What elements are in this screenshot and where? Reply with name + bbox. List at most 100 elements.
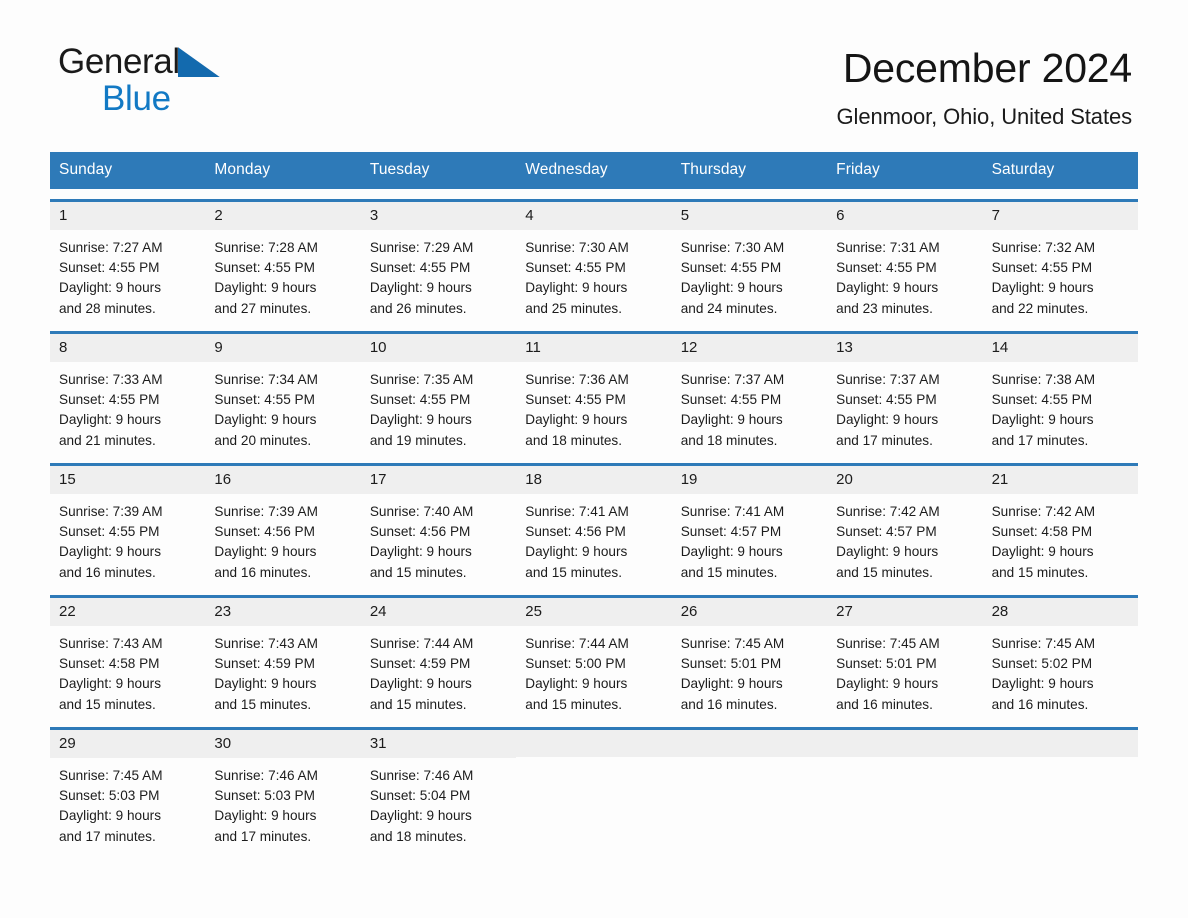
day-cell[interactable]: 6 Sunrise: 7:31 AM Sunset: 4:55 PM Daylight… (827, 199, 983, 321)
day-details: Sunrise: 7:45 AM Sunset: 5:02 PM Daylight:… (983, 626, 1138, 714)
day-cell[interactable]: 26 Sunrise: 7:45 AM Sunset: 5:01 PM Dayligh… (671, 595, 828, 717)
day-cell[interactable]: 23 Sunrise: 7:43 AM Sunset: 4:59 PM Dayligh… (205, 595, 361, 717)
day-sunrise-text: Sunrise: 7:33 AM (59, 372, 163, 388)
day-sunset-text: Sunset: 4:55 PM (214, 392, 315, 408)
day-cell[interactable]: 28 Sunrise: 7:45 AM Sunset: 5:02 PM Dayligh… (982, 595, 1138, 717)
day-details: Sunrise: 7:43 AM Sunset: 4:58 PM Daylight:… (50, 626, 205, 714)
day-cell-empty (827, 727, 983, 849)
day-cell[interactable]: 19 Sunrise: 7:41 AM Sunset: 4:57 PM Dayligh… (671, 463, 828, 585)
day-daylight-line2-text: and 16 minutes. (836, 696, 933, 712)
day-details: Sunrise: 7:30 AM Sunset: 4:55 PM Daylight:… (516, 230, 671, 318)
day-sunrise-text: Sunrise: 7:31 AM (836, 240, 940, 256)
day-daylight-line1-text: Daylight: 9 hours (836, 544, 939, 560)
day-number (982, 730, 1138, 758)
day-cell[interactable]: 10 Sunrise: 7:35 AM Sunset: 4:55 PM Dayligh… (360, 331, 517, 453)
day-sunset-text: Sunset: 4:55 PM (836, 392, 937, 408)
day-cell[interactable]: 11 Sunrise: 7:36 AM Sunset: 4:55 PM Dayligh… (516, 331, 672, 453)
day-cell[interactable]: 27 Sunrise: 7:45 AM Sunset: 5:01 PM Dayligh… (827, 595, 983, 717)
day-sunset-text: Sunset: 5:03 PM (214, 788, 315, 804)
day-details: Sunrise: 7:38 AM Sunset: 4:55 PM Daylight:… (983, 362, 1138, 450)
day-sunrise-text: Sunrise: 7:36 AM (525, 372, 629, 388)
day-details: Sunrise: 7:45 AM Sunset: 5:03 PM Daylight:… (50, 758, 205, 846)
day-details (672, 757, 827, 765)
calendar-week-row: 22 Sunrise: 7:43 AM Sunset: 4:58 PM Dayligh… (50, 595, 1138, 717)
day-sunrise-text: Sunrise: 7:41 AM (525, 504, 629, 520)
day-cell[interactable]: 18 Sunrise: 7:41 AM Sunset: 4:56 PM Dayligh… (516, 463, 672, 585)
day-sunset-text: Sunset: 4:57 PM (680, 524, 782, 540)
day-sunset-text: Sunset: 5:01 PM (680, 656, 782, 672)
day-daylight-line1-text: Daylight: 9 hours (214, 676, 317, 692)
day-number: 7 (982, 202, 1138, 231)
day-cell[interactable]: 7 Sunrise: 7:32 AM Sunset: 4:55 PM Daylight… (982, 199, 1138, 321)
page-header: General Blue December 2024 Glenmoor, Ohi… (0, 0, 1188, 130)
day-cell[interactable]: 24 Sunrise: 7:44 AM Sunset: 4:59 PM Dayligh… (360, 595, 517, 717)
day-number: 15 (50, 466, 206, 495)
general-blue-logo[interactable]: General Blue (58, 44, 258, 116)
day-daylight-line2-text: and 23 minutes. (836, 300, 933, 316)
day-cell[interactable]: 9 Sunrise: 7:34 AM Sunset: 4:55 PM Daylight… (205, 331, 361, 453)
day-details: Sunrise: 7:42 AM Sunset: 4:57 PM Daylight:… (827, 494, 982, 582)
day-daylight-line2-text: and 22 minutes. (991, 300, 1089, 316)
day-number: 6 (827, 202, 983, 231)
day-cell[interactable]: 2 Sunrise: 7:28 AM Sunset: 4:55 PM Daylight… (205, 199, 361, 321)
day-cell[interactable]: 5 Sunrise: 7:30 AM Sunset: 4:55 PM Daylight… (671, 199, 828, 321)
day-details: Sunrise: 7:29 AM Sunset: 4:55 PM Daylight:… (361, 230, 516, 318)
day-cell[interactable]: 3 Sunrise: 7:29 AM Sunset: 4:55 PM Daylight… (360, 199, 517, 321)
day-sunrise-text: Sunrise: 7:39 AM (214, 504, 318, 520)
day-number: 3 (360, 202, 517, 231)
day-cell[interactable]: 1 Sunrise: 7:27 AM Sunset: 4:55 PM Daylight… (50, 199, 206, 321)
day-sunrise-text: Sunrise: 7:45 AM (59, 768, 163, 784)
day-cell[interactable]: 17 Sunrise: 7:40 AM Sunset: 4:56 PM Dayligh… (360, 463, 517, 585)
day-sunrise-text: Sunrise: 7:41 AM (680, 504, 785, 520)
day-daylight-line1-text: Daylight: 9 hours (369, 412, 472, 428)
day-cell[interactable]: 14 Sunrise: 7:38 AM Sunset: 4:55 PM Dayligh… (982, 331, 1138, 453)
day-daylight-line1-text: Daylight: 9 hours (991, 676, 1094, 692)
day-cell[interactable]: 15 Sunrise: 7:39 AM Sunset: 4:55 PM Dayligh… (50, 463, 206, 585)
day-daylight-line1-text: Daylight: 9 hours (680, 280, 783, 296)
day-number: 24 (360, 598, 517, 627)
day-sunset-text: Sunset: 4:56 PM (525, 524, 626, 540)
day-daylight-line2-text: and 18 minutes. (680, 432, 778, 448)
day-details: Sunrise: 7:31 AM Sunset: 4:55 PM Daylight:… (827, 230, 982, 318)
calendar-weeks: 1 Sunrise: 7:27 AM Sunset: 4:55 PM Daylight… (50, 199, 1138, 849)
day-sunset-text: Sunset: 4:55 PM (59, 524, 160, 540)
day-cell[interactable]: 16 Sunrise: 7:39 AM Sunset: 4:56 PM Dayligh… (205, 463, 361, 585)
weekday-header-sunday: Sunday (59, 161, 113, 179)
day-cell[interactable]: 21 Sunrise: 7:42 AM Sunset: 4:58 PM Dayligh… (982, 463, 1138, 585)
day-daylight-line1-text: Daylight: 9 hours (59, 808, 162, 824)
day-cell[interactable]: 8 Sunrise: 7:33 AM Sunset: 4:55 PM Daylight… (50, 331, 206, 453)
day-cell[interactable]: 20 Sunrise: 7:42 AM Sunset: 4:57 PM Dayligh… (827, 463, 983, 585)
day-sunset-text: Sunset: 4:59 PM (214, 656, 315, 672)
day-cell-empty (982, 727, 1138, 849)
day-number: 27 (827, 598, 983, 627)
day-cell[interactable]: 25 Sunrise: 7:44 AM Sunset: 5:00 PM Dayligh… (516, 595, 672, 717)
calendar-week-row: 8 Sunrise: 7:33 AM Sunset: 4:55 PM Daylight… (50, 331, 1138, 453)
day-number: 5 (671, 202, 828, 231)
day-daylight-line2-text: and 16 minutes. (991, 696, 1089, 712)
day-cell[interactable]: 31 Sunrise: 7:46 AM Sunset: 5:04 PM Dayligh… (360, 727, 517, 849)
day-number: 25 (516, 598, 672, 627)
day-number (516, 730, 672, 758)
day-daylight-line1-text: Daylight: 9 hours (836, 412, 939, 428)
day-sunset-text: Sunset: 4:55 PM (680, 392, 782, 408)
day-number: 11 (516, 334, 672, 363)
day-cell[interactable]: 29 Sunrise: 7:45 AM Sunset: 5:03 PM Dayligh… (50, 727, 206, 849)
day-sunrise-text: Sunrise: 7:43 AM (214, 636, 318, 652)
day-cell[interactable]: 4 Sunrise: 7:30 AM Sunset: 4:55 PM Daylight… (516, 199, 672, 321)
day-cell[interactable]: 12 Sunrise: 7:37 AM Sunset: 4:55 PM Dayligh… (671, 331, 828, 453)
day-number: 12 (671, 334, 828, 363)
day-cell[interactable]: 30 Sunrise: 7:46 AM Sunset: 5:03 PM Dayligh… (205, 727, 361, 849)
day-sunset-text: Sunset: 4:58 PM (59, 656, 160, 672)
calendar-week-row: 15 Sunrise: 7:39 AM Sunset: 4:55 PM Dayligh… (50, 463, 1138, 585)
day-sunset-text: Sunset: 5:04 PM (369, 788, 471, 804)
location-subtitle: Glenmoor, Ohio, United States (836, 104, 1133, 130)
day-daylight-line2-text: and 15 minutes. (525, 564, 623, 580)
day-sunset-text: Sunset: 5:00 PM (525, 656, 626, 672)
day-daylight-line1-text: Daylight: 9 hours (991, 544, 1094, 560)
day-number: 20 (827, 466, 983, 495)
day-daylight-line2-text: and 17 minutes. (59, 828, 156, 844)
day-cell[interactable]: 13 Sunrise: 7:37 AM Sunset: 4:55 PM Dayligh… (827, 331, 983, 453)
weekday-header-tuesday: Tuesday (369, 161, 430, 179)
day-cell[interactable]: 22 Sunrise: 7:43 AM Sunset: 4:58 PM Dayligh… (50, 595, 206, 717)
day-daylight-line2-text: and 15 minutes. (214, 696, 312, 712)
